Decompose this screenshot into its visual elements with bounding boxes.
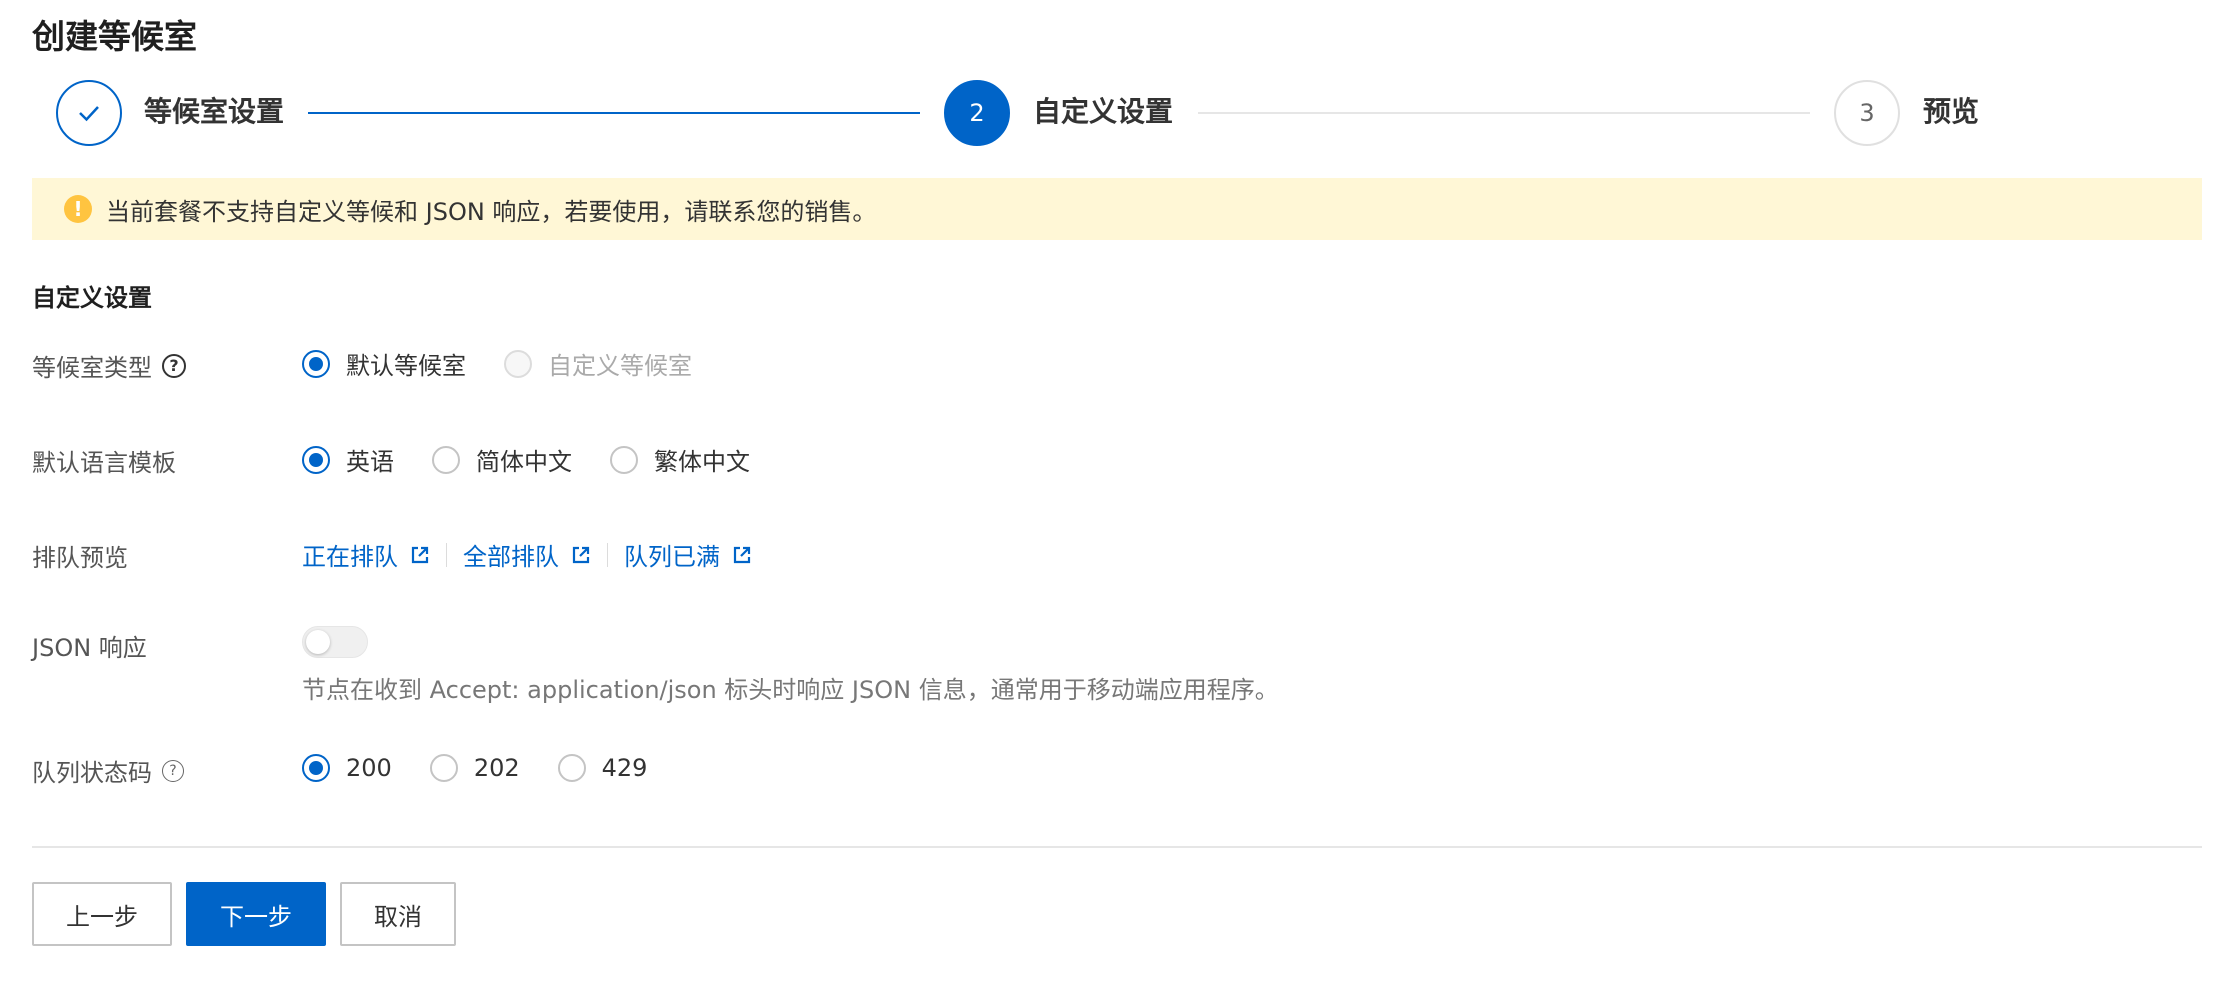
- queue-preview-label: 排队预览: [32, 544, 128, 572]
- radio-default-waiting-room[interactable]: 默认等候室: [302, 346, 466, 381]
- radio-button[interactable]: [610, 445, 638, 474]
- step-3-circle: 3: [1834, 80, 1900, 146]
- radio-button[interactable]: [432, 445, 460, 474]
- next-step-button[interactable]: 下一步: [186, 882, 326, 946]
- json-response-label: JSON 响应: [32, 634, 147, 662]
- external-link-icon: [572, 546, 590, 563]
- external-link-icon: [733, 546, 751, 563]
- radio-label: 202: [473, 754, 520, 782]
- radio-traditional-chinese[interactable]: 繁体中文: [610, 442, 750, 477]
- cancel-button[interactable]: 取消: [340, 882, 456, 946]
- step-connector-2: [1198, 112, 1810, 114]
- check-icon: [79, 106, 99, 122]
- link-text: 正在排队: [302, 543, 398, 571]
- radio-button-checked[interactable]: [302, 445, 330, 474]
- waiting-room-type-label-text: 等候室类型: [32, 354, 152, 382]
- radio-button[interactable]: [557, 754, 586, 782]
- radio-status-202[interactable]: 202: [429, 754, 520, 782]
- radio-simplified-chinese[interactable]: 简体中文: [432, 442, 572, 477]
- section-title: 自定义设置: [32, 284, 152, 312]
- radio-status-200[interactable]: 200: [302, 754, 392, 782]
- radio-english[interactable]: 英语: [302, 442, 394, 477]
- prev-step-button[interactable]: 上一步: [32, 882, 172, 946]
- warning-icon: !: [64, 195, 92, 223]
- link-text: 全部排队: [463, 543, 559, 571]
- link-queueing[interactable]: 正在排队: [302, 537, 430, 572]
- plan-warning-alert: ! 当前套餐不支持自定义等候和 JSON 响应，若要使用，请联系您的销售。: [32, 178, 2202, 240]
- link-separator: [446, 542, 447, 567]
- radio-status-429[interactable]: 429: [557, 754, 648, 782]
- waiting-room-type-label: 等候室类型 ?: [32, 348, 186, 383]
- json-response-toggle[interactable]: [302, 626, 368, 658]
- language-template-label: 默认语言模板: [32, 449, 176, 477]
- json-response-hint: 节点在收到 Accept: application/json 标头时响应 JSO…: [302, 676, 1279, 704]
- help-icon[interactable]: ?: [162, 759, 184, 782]
- queue-status-code-radio-group: 200 202 429: [302, 754, 685, 782]
- footer-divider: [32, 846, 2202, 848]
- alert-text: 当前套餐不支持自定义等候和 JSON 响应，若要使用，请联系您的销售。: [106, 197, 877, 226]
- radio-label: 429: [601, 754, 648, 782]
- radio-label: 默认等候室: [346, 352, 466, 380]
- queue-preview-links: 正在排队 全部排队 队列已满: [302, 537, 752, 572]
- page-title: 创建等候室: [32, 17, 197, 56]
- queue-status-code-label: 队列状态码 ?: [32, 753, 184, 788]
- step-2-circle: 2: [944, 80, 1010, 146]
- help-icon[interactable]: ?: [162, 353, 186, 378]
- radio-label: 自定义等候室: [548, 352, 692, 380]
- radio-button-disabled: [504, 349, 532, 378]
- queue-status-code-label-text: 队列状态码: [32, 759, 152, 787]
- radio-button-checked[interactable]: [302, 754, 330, 782]
- waiting-room-type-radio-group: 默认等候室 自定义等候室: [302, 346, 730, 381]
- external-link-icon: [411, 546, 429, 563]
- language-template-radio-group: 英语 简体中文 繁体中文: [302, 442, 788, 477]
- step-1-label: 等候室设置: [144, 95, 285, 128]
- radio-label: 繁体中文: [654, 448, 750, 476]
- radio-button[interactable]: [429, 754, 458, 782]
- link-all-queue[interactable]: 全部排队: [463, 537, 591, 572]
- step-connector-1: [308, 112, 920, 114]
- radio-label: 200: [346, 754, 392, 782]
- steps-indicator: 等候室设置 2 自定义设置 3 预览: [32, 78, 2202, 148]
- link-queue-full[interactable]: 队列已满: [624, 537, 752, 572]
- link-separator: [607, 542, 608, 567]
- step-2-label: 自定义设置: [1033, 95, 1174, 128]
- radio-custom-waiting-room: 自定义等候室: [504, 346, 692, 381]
- link-text: 队列已满: [624, 543, 720, 571]
- step-3-label: 预览: [1923, 95, 1980, 128]
- radio-label: 简体中文: [476, 448, 572, 476]
- toggle-knob: [306, 630, 330, 654]
- radio-label: 英语: [346, 448, 394, 476]
- step-1-circle: [56, 80, 122, 146]
- radio-button-checked[interactable]: [302, 349, 330, 378]
